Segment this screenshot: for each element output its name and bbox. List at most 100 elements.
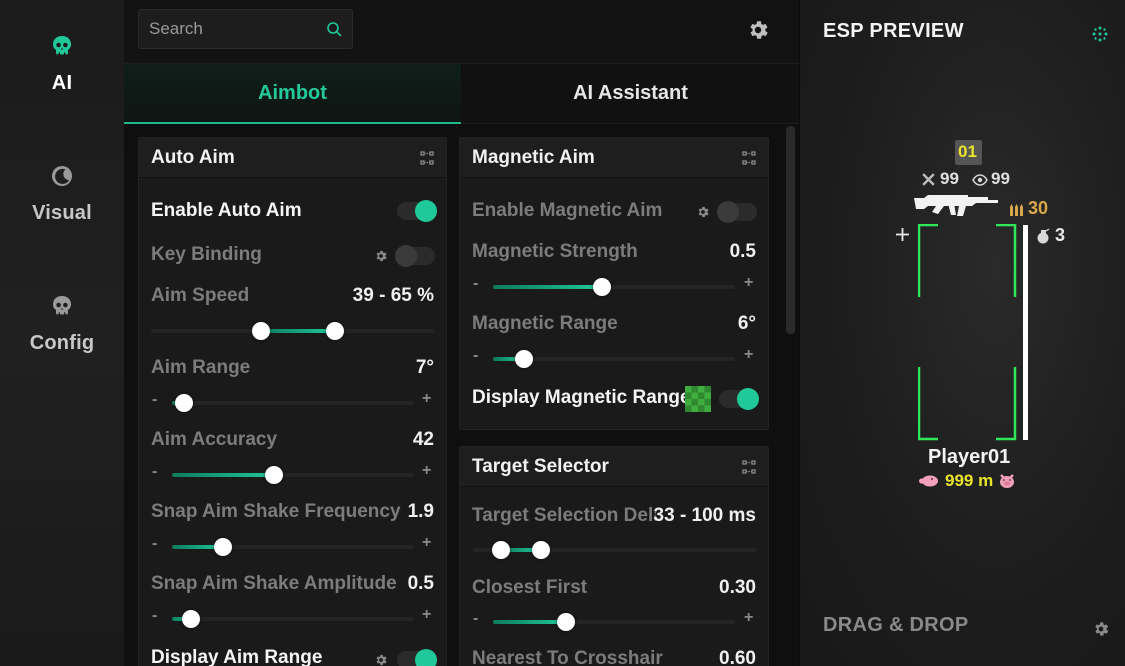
slider-thumb-max[interactable] [325, 322, 344, 340]
panel-title: Auto Aim [151, 147, 235, 168]
toggle-knob [395, 245, 417, 267]
rank-text: 01 [958, 142, 977, 161]
drag-handle-icon[interactable] [742, 460, 756, 474]
decrement-button[interactable]: - [473, 275, 478, 293]
enable-auto-aim-toggle[interactable] [397, 200, 437, 222]
magnetic-range-value: 6° [737, 313, 756, 334]
slider-fill [493, 285, 602, 289]
aim-speed-value: 39 - 65 % [352, 285, 434, 306]
aim-accuracy-slider[interactable] [172, 463, 414, 487]
slider-thumb[interactable] [213, 538, 232, 556]
increment-button[interactable]: + [422, 390, 431, 408]
nearest-crosshair-label: Nearest To Crosshair [472, 648, 663, 666]
key-binding-toggle[interactable] [395, 245, 435, 267]
panel-title: Target Selector [472, 456, 609, 477]
closest-first-slider[interactable] [493, 610, 735, 634]
decrement-button[interactable]: - [473, 610, 478, 628]
esp-bounding-box [918, 224, 1017, 441]
shake-frequency-slider[interactable] [172, 535, 414, 559]
increment-button[interactable]: + [744, 346, 753, 364]
slider-thumb[interactable] [264, 466, 283, 484]
tab-ai-assistant[interactable]: AI Assistant [462, 64, 799, 124]
increment-button[interactable]: + [422, 462, 431, 480]
decrement-button[interactable]: - [152, 535, 157, 553]
magnetic-range-slider[interactable] [493, 347, 735, 371]
gear-icon[interactable] [746, 18, 770, 42]
nav-item-ai[interactable]: AI [0, 34, 124, 95]
toggle-knob [415, 649, 437, 666]
increment-button[interactable]: + [744, 609, 753, 627]
decrement-button[interactable]: - [152, 463, 157, 481]
increment-button[interactable]: + [744, 274, 753, 292]
closest-first-value: 0.30 [719, 577, 756, 598]
slider-thumb-max[interactable] [531, 541, 550, 559]
pig-icon [919, 475, 938, 487]
magnetic-range-label: Magnetic Range [472, 313, 618, 334]
crosshair-icon [896, 228, 909, 241]
top-bar [124, 0, 799, 64]
slider-thumb-min[interactable] [492, 541, 511, 559]
display-aim-range-toggle[interactable] [397, 649, 437, 666]
aim-accuracy-value: 42 [412, 429, 434, 450]
nav-item-config[interactable]: Config [0, 294, 124, 355]
magnetic-aim-panel: Magnetic Aim Enable Magnetic Aim Magneti… [459, 137, 769, 430]
skull-icon [53, 36, 71, 55]
drag-handle-icon[interactable] [742, 151, 756, 165]
gear-icon[interactable] [374, 653, 388, 666]
search-box [138, 9, 353, 49]
gear-icon[interactable] [374, 249, 388, 263]
shake-frequency-value: 1.9 [407, 501, 434, 522]
player-name: Player01 [928, 446, 1011, 468]
search-input[interactable] [149, 10, 319, 48]
enable-magnetic-aim-label: Enable Magnetic Aim [472, 200, 663, 221]
label-clip: Target Selection Delay [472, 505, 656, 531]
grenade-icon [1037, 228, 1050, 244]
increment-button[interactable]: + [422, 606, 431, 624]
slider-thumb-min[interactable] [252, 322, 271, 340]
shake-amplitude-value: 0.5 [407, 573, 434, 594]
slider-thumb[interactable] [592, 278, 611, 296]
toggle-knob [415, 200, 437, 222]
drag-dots-icon[interactable] [1092, 26, 1108, 42]
increment-button[interactable]: + [422, 534, 431, 552]
side-nav: AI Visual Config [0, 0, 124, 666]
aim-accuracy-label: Aim Accuracy [151, 429, 278, 450]
search-icon[interactable] [326, 21, 342, 37]
shake-frequency-label: Snap Aim Shake Frequency [151, 501, 401, 522]
target-delay-slider[interactable] [473, 538, 756, 562]
panel-header: Magnetic Aim [460, 138, 768, 178]
drag-handle-icon[interactable] [420, 151, 434, 165]
slider-thumb[interactable] [515, 350, 534, 368]
panel-title: Magnetic Aim [472, 147, 595, 168]
tab-bar: Aimbot AI Assistant [124, 64, 799, 124]
target-delay-value: 33 - 100 ms [653, 505, 756, 526]
panel-header: Target Selector [460, 447, 768, 487]
slider-thumb[interactable] [175, 394, 194, 412]
aim-range-slider[interactable] [172, 391, 414, 415]
nav-item-visual[interactable]: Visual [0, 164, 124, 225]
gear-icon[interactable] [1092, 620, 1110, 638]
slider-thumb[interactable] [182, 610, 201, 628]
display-aim-range-label: Display Aim Range [151, 647, 323, 666]
slider-fill [493, 620, 566, 624]
decrement-button[interactable]: - [473, 347, 478, 365]
slider-thumb[interactable] [556, 613, 575, 631]
display-magnetic-range-label: Display Magnetic Range [472, 387, 691, 408]
closest-first-label: Closest First [472, 577, 588, 598]
tab-aimbot[interactable]: Aimbot [124, 64, 461, 124]
decrement-button[interactable]: - [152, 391, 157, 409]
toggle-knob [717, 201, 739, 223]
decrement-button[interactable]: - [152, 607, 157, 625]
kills-count: 99 [940, 169, 959, 188]
display-magnetic-range-toggle[interactable] [719, 388, 759, 410]
gear-icon[interactable] [696, 205, 710, 219]
magnetic-strength-slider[interactable] [493, 275, 735, 299]
enable-magnetic-aim-toggle[interactable] [717, 201, 757, 223]
aim-speed-slider[interactable] [151, 319, 434, 343]
scrollbar[interactable] [786, 126, 795, 334]
shake-amplitude-slider[interactable] [172, 607, 414, 631]
aim-speed-label: Aim Speed [151, 285, 250, 306]
nearest-crosshair-value: 0.60 [719, 648, 756, 666]
distance-text: 999 m [945, 471, 994, 490]
color-swatch-icon[interactable] [685, 386, 711, 412]
